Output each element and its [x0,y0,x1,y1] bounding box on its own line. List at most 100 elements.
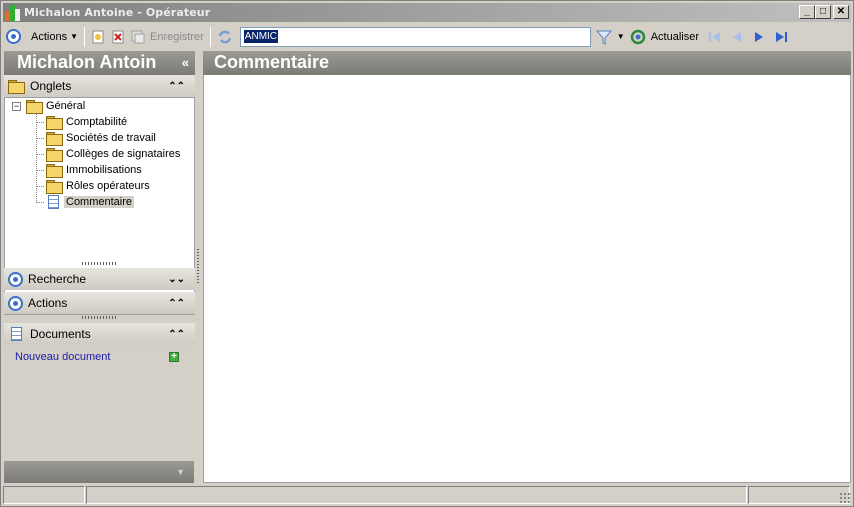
status-cell [3,486,85,504]
operator-name-header: Michalon Antoin « [4,51,195,75]
toolbar: Actions ▼ Enregistrer ANMIC ▼ Actualiser [3,24,851,49]
status-cell [748,486,850,504]
documents-panel: Nouveau document + [4,347,195,477]
sync-icon [218,30,232,43]
tree-item-label: Général [46,100,86,112]
next-record-button[interactable] [748,26,770,48]
tree-item-commentaire[interactable]: Commentaire [46,194,135,210]
actions-label: Actions [31,30,68,43]
last-record-button[interactable] [770,26,792,48]
tree-connector-line [36,202,44,203]
folder-icon [46,132,63,146]
previous-arrow-icon [733,31,742,42]
tree-connector-line [36,154,44,155]
add-document-icon[interactable]: + [169,352,179,362]
chevron-down-icon[interactable]: ▼ [176,467,185,477]
window-resize-grip[interactable] [839,492,851,504]
delete-icon [112,30,124,43]
filter-funnel-icon [595,30,612,45]
minimize-button[interactable]: _ [799,5,815,19]
tree-connector-line [36,170,44,171]
previous-record-button[interactable] [726,26,748,48]
folder-icon [8,80,25,94]
onglets-section-header[interactable]: Onglets ⌃⌃ [4,75,195,97]
delete-button[interactable] [108,26,128,48]
tree-item-societes-de-travail[interactable]: Sociétés de travail [46,130,156,146]
document-icon [48,195,59,209]
tree-item-general[interactable]: Général [26,98,85,114]
tree-connector-line [36,114,37,203]
search-value: ANMIC [243,30,279,43]
save-button[interactable]: Enregistrer [128,26,207,48]
documents-section-header[interactable]: Documents ⌃⌃ [4,323,195,345]
sync-button[interactable] [214,26,236,48]
comment-editor-area[interactable] [203,75,851,483]
collapse-up-chevron-icon[interactable]: ⌃⌃ [168,298,185,309]
new-document-link[interactable]: Nouveau document [15,351,110,363]
actions-dropdown-button[interactable]: Actions ▼ [28,26,81,48]
new-document-icon [92,30,104,43]
content-header: Commentaire [203,51,851,75]
panel-splitter[interactable] [197,249,199,285]
maximize-button[interactable]: □ [815,5,831,19]
tree-item-label: Sociétés de travail [66,132,156,144]
app-logo-icon [5,4,21,21]
dropdown-arrow-icon: ▼ [616,32,625,41]
folder-icon [46,164,63,178]
save-icon [131,30,145,43]
minimize-icon: _ [804,6,810,17]
maximize-icon: □ [819,6,827,17]
resize-grip[interactable] [82,262,118,265]
refresh-label: Actualiser [650,30,700,43]
page-title: Commentaire [214,52,330,72]
actions-section-header[interactable]: Actions ⌃⌃ [4,292,195,314]
toolbar-separator [209,26,211,47]
search-input[interactable]: ANMIC [239,26,591,47]
tree-connector-line [36,138,44,139]
folder-icon [46,116,63,130]
tree-item-label: Collèges de signataires [66,148,181,160]
folder-icon [46,180,63,194]
target-circle-icon [6,29,21,44]
filter-dropdown-button[interactable]: ▼ [615,26,627,48]
tree-item-label: Rôles opérateurs [66,180,150,192]
onglets-label: Onglets [30,79,72,93]
resize-grip[interactable] [82,316,118,319]
operator-name: Michalon Antoin [17,52,157,72]
new-button[interactable] [88,26,108,48]
toolbar-separator [84,26,85,47]
status-bar [3,486,852,505]
expand-down-chevron-icon[interactable]: ⌄⌄ [168,274,185,285]
home-circle-button[interactable] [3,26,24,48]
refresh-icon [630,29,645,44]
first-record-button[interactable] [704,26,726,48]
documents-icon [11,327,22,341]
status-cell [86,486,747,504]
tree-collapse-toggle[interactable]: − [12,102,21,111]
actions-circle-icon [8,295,23,311]
collapse-up-chevron-icon[interactable]: ⌃⌃ [168,329,185,340]
tree-item-comptabilite[interactable]: Comptabilité [46,114,127,130]
actions-section-label: Actions [28,296,68,310]
filter-button[interactable] [593,26,615,48]
collapse-up-chevron-icon[interactable]: ⌃⌃ [168,81,185,92]
search-circle-icon [8,271,23,287]
tree-item-label: Commentaire [64,196,135,208]
tree-item-roles-operateurs[interactable]: Rôles opérateurs [46,178,150,194]
save-label: Enregistrer [150,30,204,43]
panel-overflow-bar[interactable]: ▼ [4,461,194,483]
recherche-section-header[interactable]: Recherche ⌄⌄ [4,268,195,290]
title-bar[interactable]: Michalon Antoine - Opérateur _ □ ✕ [3,3,851,22]
tree-item-colleges-de-signataires[interactable]: Collèges de signataires [46,146,180,162]
window-controls: _ □ ✕ [799,5,849,19]
tree-item-label: Comptabilité [66,116,128,128]
close-button[interactable]: ✕ [833,5,849,19]
first-arrow-icon [709,31,721,42]
folder-icon [26,100,43,114]
refresh-button[interactable]: Actualiser [627,26,702,48]
folder-icon [46,148,63,162]
collapse-panel-icon[interactable]: « [182,51,189,74]
tree-connector-line [36,186,44,187]
tree-item-immobilisations[interactable]: Immobilisations [46,162,142,178]
documents-label: Documents [30,327,91,341]
